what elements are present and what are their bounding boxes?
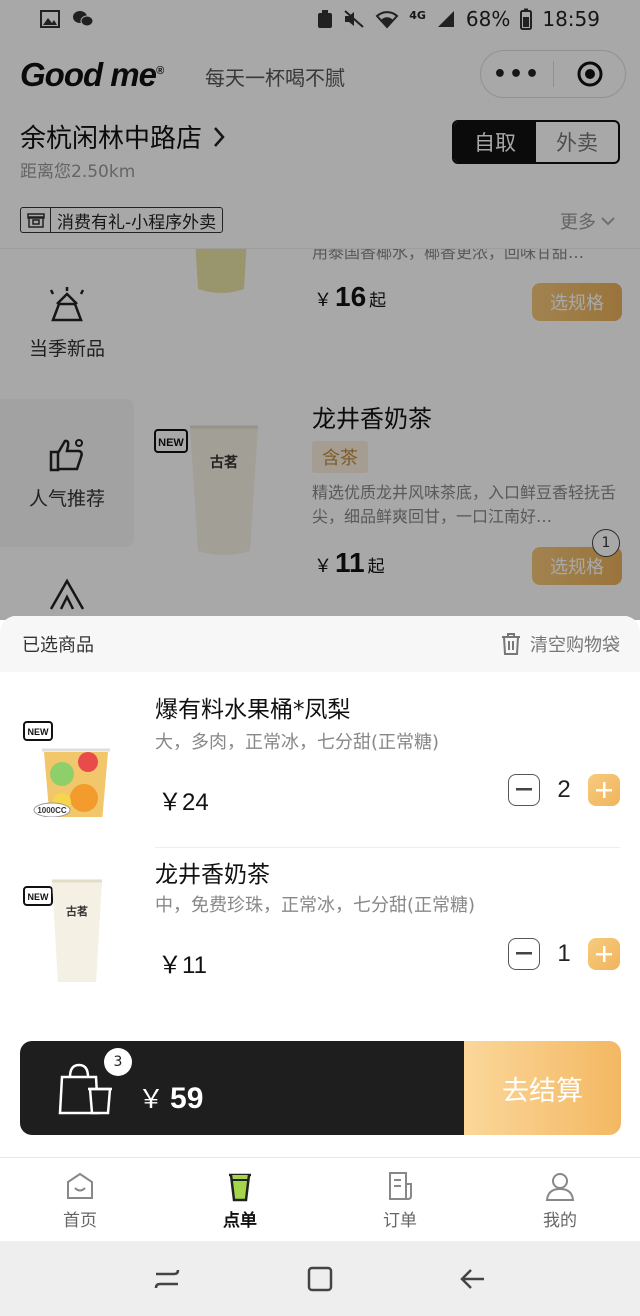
cart-item-price: ￥11 — [158, 952, 207, 979]
clear-cart-button[interactable]: 清空购物袋 — [500, 631, 620, 657]
increase-quantity-button[interactable] — [588, 774, 620, 806]
svg-text:1000CC: 1000CC — [37, 806, 67, 815]
profile-icon — [544, 1170, 576, 1202]
cart-item-name: 龙井香奶茶 — [155, 862, 270, 888]
checkout-bar: 3 ￥ 59 去结算 — [20, 1041, 621, 1135]
cart-sheet-title: 已选商品 — [22, 635, 94, 656]
decrease-quantity-button[interactable] — [508, 774, 540, 806]
cart-item: NEW 1000CC 爆有料水果桶*凤梨 大，多肉，正常冰，七分甜(正常糖) ￥… — [0, 680, 640, 840]
checkout-button[interactable]: 去结算 — [464, 1041, 621, 1135]
cart-item-options: 中，免费珍珠，正常冰，七分甜(正常糖) — [155, 895, 476, 916]
quantity-value: 2 — [557, 776, 571, 803]
cup-icon — [224, 1170, 256, 1202]
svg-text:古茗: 古茗 — [66, 904, 88, 918]
cart-count-badge: 3 — [104, 1048, 132, 1076]
cart-item-options: 大，多肉，正常冰，七分甜(正常糖) — [155, 732, 440, 753]
clear-cart-label: 清空购物袋 — [530, 635, 620, 656]
home-button-icon[interactable] — [305, 1264, 335, 1294]
system-nav-bar — [0, 1241, 640, 1316]
tab-profile[interactable]: 我的 — [480, 1158, 640, 1241]
recent-apps-icon[interactable] — [152, 1264, 182, 1294]
svg-text:NEW: NEW — [28, 727, 50, 737]
increase-quantity-button[interactable] — [588, 938, 620, 970]
order-icon — [384, 1170, 416, 1202]
cart-item-name: 爆有料水果桶*凤梨 — [155, 697, 351, 723]
tab-order[interactable]: 点单 — [160, 1158, 320, 1241]
decrease-quantity-button[interactable] — [508, 938, 540, 970]
tab-home[interactable]: 首页 — [0, 1158, 160, 1241]
home-icon — [64, 1170, 96, 1202]
quantity-value: 1 — [557, 940, 571, 967]
tab-orders[interactable]: 订单 — [320, 1158, 480, 1241]
svg-text:NEW: NEW — [28, 892, 50, 902]
cart-total: ￥ 59 — [138, 1082, 204, 1115]
cart-item: NEW 古茗 龙井香奶茶 中，免费珍珠，正常冰，七分甜(正常糖) ￥11 1 — [0, 845, 640, 1005]
bottom-tab-bar: 首页 点单 订单 我的 — [0, 1157, 640, 1241]
cart-item-price: ￥24 — [158, 789, 209, 816]
drink-image: NEW 古茗 — [22, 857, 122, 982]
quantity-stepper: 1 — [508, 938, 620, 970]
cart-summary[interactable]: 3 ￥ 59 — [20, 1041, 464, 1135]
drink-image: NEW 1000CC — [22, 692, 122, 817]
quantity-stepper: 2 — [508, 774, 620, 806]
back-icon[interactable] — [458, 1264, 488, 1294]
modal-backdrop[interactable] — [0, 0, 640, 620]
cart-sheet-header: 已选商品 清空购物袋 — [0, 616, 640, 672]
trash-icon — [500, 632, 522, 656]
